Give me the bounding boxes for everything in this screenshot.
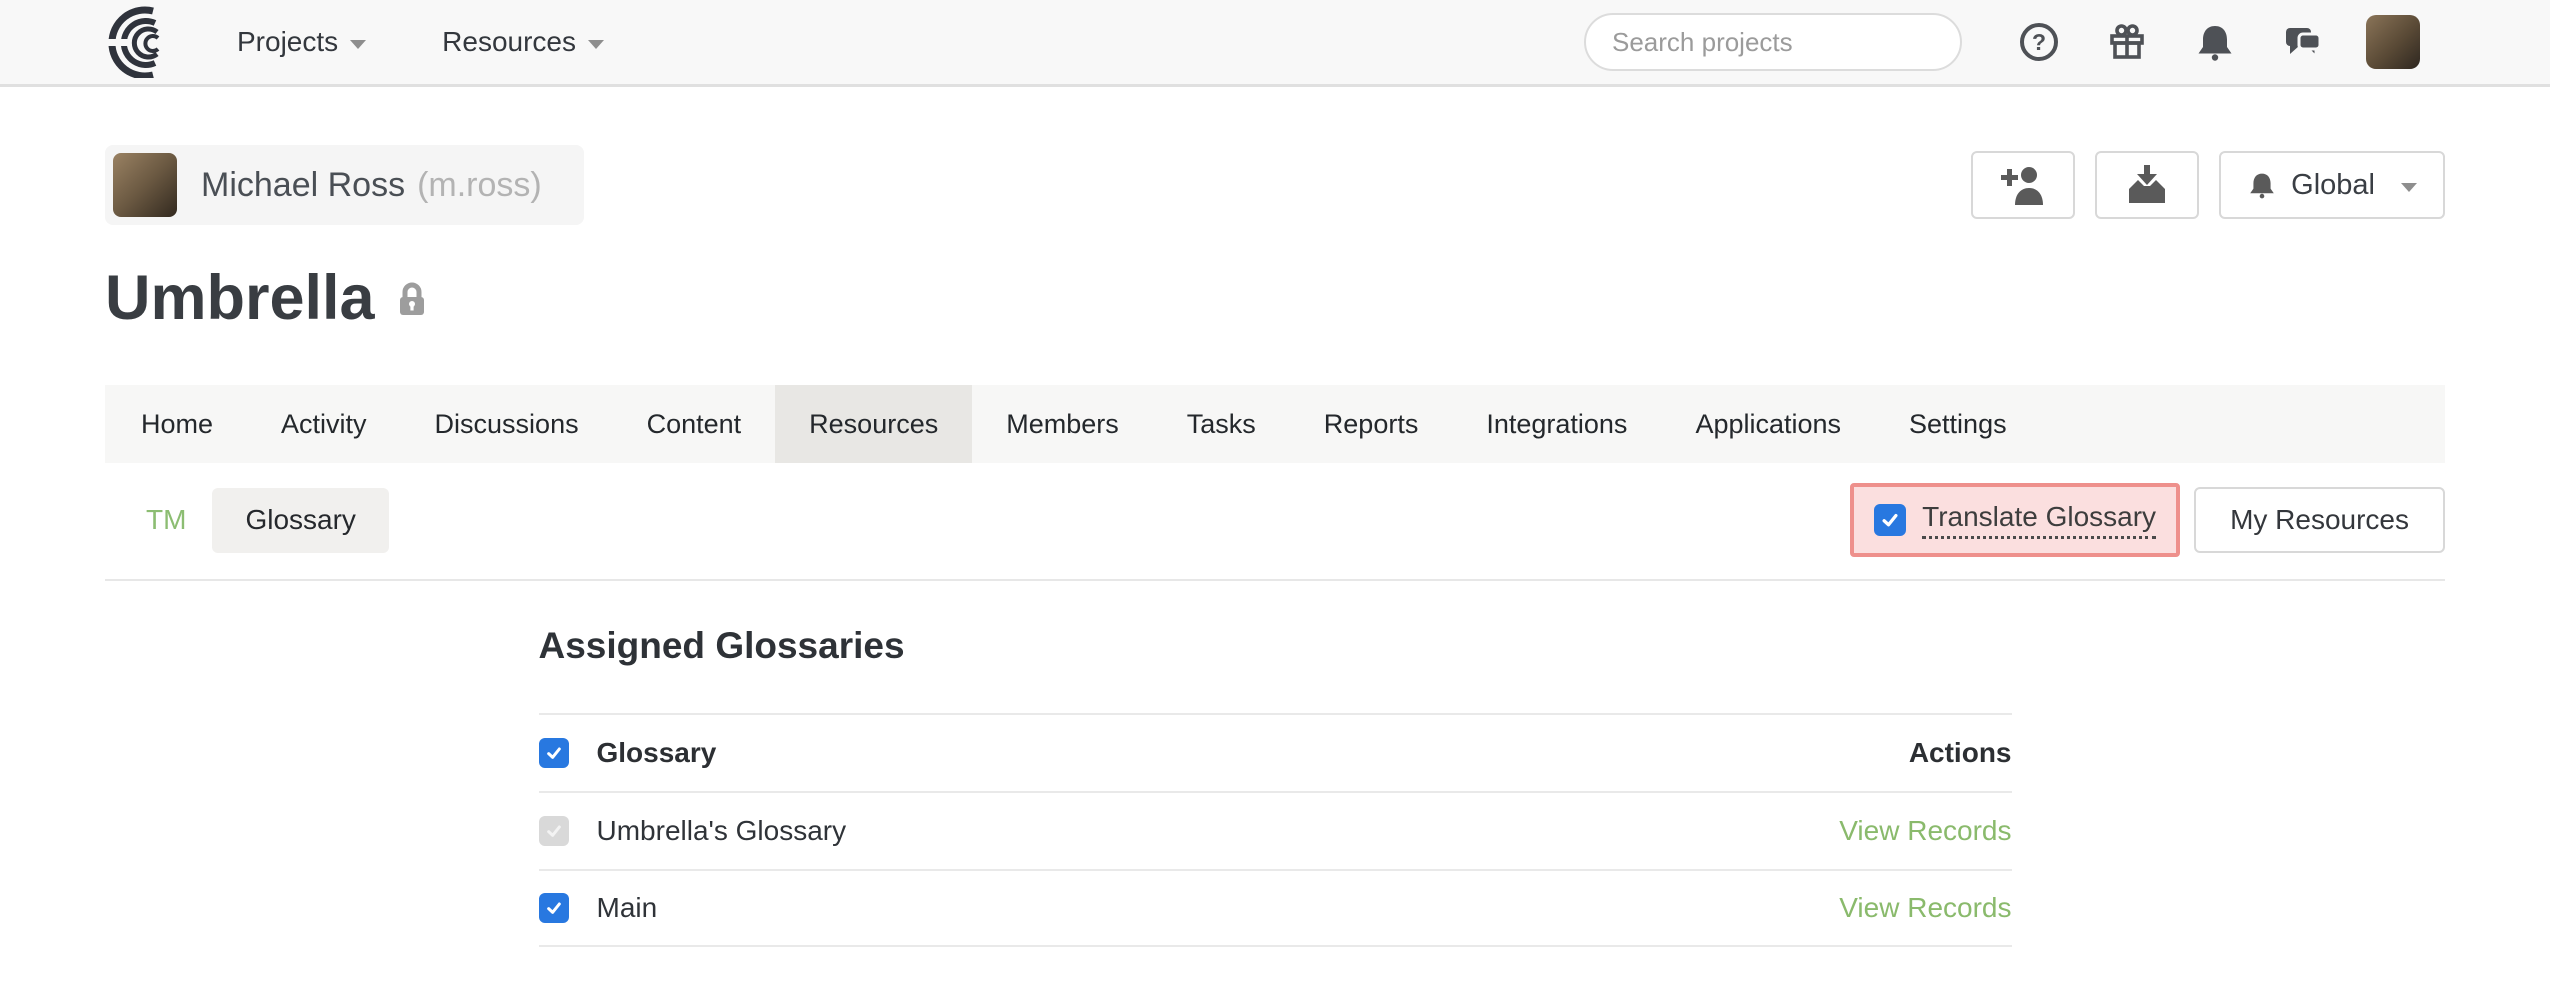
- tab-home[interactable]: Home: [107, 385, 247, 463]
- project-header-row: Michael Ross (m.ross): [105, 145, 2445, 225]
- header-actions: Global: [1971, 151, 2445, 219]
- tab-reports[interactable]: Reports: [1290, 385, 1453, 463]
- bell-icon: [2247, 170, 2277, 200]
- project-tabbar: Home Activity Discussions Content Resour…: [105, 385, 2445, 463]
- resources-menu-label: Resources: [442, 26, 576, 58]
- resources-menu[interactable]: Resources: [442, 26, 604, 58]
- page-title: Umbrella: [105, 265, 375, 331]
- assigned-glossaries-section: Assigned Glossaries Glossary Actions Umb…: [539, 625, 2012, 947]
- app-screen: Projects Resources ?: [0, 0, 2550, 988]
- lock-icon: [397, 281, 427, 317]
- tab-members[interactable]: Members: [972, 385, 1153, 463]
- search-input[interactable]: [1612, 27, 1947, 58]
- table-row: Main View Records: [539, 869, 2012, 947]
- resources-subtab-row: TM Glossary Translate Glossary My Resour…: [105, 463, 2445, 581]
- owner-avatar: [113, 153, 177, 217]
- tab-applications[interactable]: Applications: [1661, 385, 1875, 463]
- tab-integrations[interactable]: Integrations: [1452, 385, 1661, 463]
- subtab-group: TM Glossary: [105, 488, 389, 553]
- tab-settings[interactable]: Settings: [1875, 385, 2041, 463]
- translate-glossary-link[interactable]: Translate Glossary: [1922, 501, 2156, 539]
- translate-glossary-checkbox[interactable]: [1874, 504, 1906, 536]
- row-checkbox-disabled: [539, 816, 569, 846]
- glossary-name: Main: [597, 892, 1840, 924]
- checkmark-icon: [1879, 509, 1901, 531]
- checkmark-icon: [544, 821, 564, 841]
- tab-tasks[interactable]: Tasks: [1153, 385, 1290, 463]
- download-button[interactable]: [2095, 151, 2199, 219]
- user-avatar[interactable]: [2366, 15, 2420, 69]
- row-checkbox[interactable]: [539, 893, 569, 923]
- translate-glossary-highlight: Translate Glossary: [1850, 483, 2180, 557]
- chat-icon[interactable]: [2282, 21, 2324, 63]
- gift-icon[interactable]: [2106, 21, 2148, 63]
- title-row: Umbrella: [105, 265, 2445, 331]
- project-owner-chip[interactable]: Michael Ross (m.ross): [105, 145, 584, 225]
- projects-menu[interactable]: Projects: [237, 26, 366, 58]
- checkmark-icon: [544, 898, 564, 918]
- search-box[interactable]: [1584, 13, 1962, 71]
- table-header-row: Glossary Actions: [539, 713, 2012, 791]
- table-row: Umbrella's Glossary View Records: [539, 791, 2012, 869]
- invite-member-button[interactable]: [1971, 151, 2075, 219]
- add-person-icon: [1999, 163, 2047, 207]
- subtab-tm[interactable]: TM: [146, 504, 186, 536]
- owner-name: Michael Ross: [201, 166, 405, 205]
- my-resources-button[interactable]: My Resources: [2194, 487, 2445, 553]
- view-records-link[interactable]: View Records: [1839, 815, 2011, 846]
- tab-activity[interactable]: Activity: [247, 385, 401, 463]
- column-header-glossary: Glossary: [597, 737, 1909, 769]
- projects-menu-label: Projects: [237, 26, 338, 58]
- glossary-name: Umbrella's Glossary: [597, 815, 1840, 847]
- tab-resources[interactable]: Resources: [775, 385, 972, 463]
- caret-down-icon: [588, 40, 604, 49]
- download-icon: [2123, 163, 2171, 207]
- subtab-glossary[interactable]: Glossary: [212, 488, 388, 553]
- global-dropdown-label: Global: [2291, 169, 2375, 202]
- svg-text:?: ?: [2032, 29, 2046, 55]
- caret-down-icon: [2401, 183, 2417, 192]
- caret-down-icon: [350, 40, 366, 49]
- column-header-actions: Actions: [1909, 737, 2012, 769]
- toolbar-group: Translate Glossary My Resources: [1850, 483, 2445, 557]
- help-icon[interactable]: ?: [2018, 21, 2060, 63]
- bell-icon[interactable]: [2194, 21, 2236, 63]
- view-records-link[interactable]: View Records: [1839, 892, 2011, 923]
- checkmark-icon: [544, 743, 564, 763]
- app-logo-icon[interactable]: [103, 6, 179, 78]
- section-heading: Assigned Glossaries: [539, 625, 2012, 667]
- top-navbar: Projects Resources ?: [0, 0, 2550, 87]
- tab-content[interactable]: Content: [613, 385, 776, 463]
- owner-username: (m.ross): [417, 166, 542, 205]
- glossaries-table: Glossary Actions Umbrella's Glossary Vie…: [539, 713, 2012, 947]
- tab-discussions[interactable]: Discussions: [401, 385, 613, 463]
- select-all-checkbox[interactable]: [539, 738, 569, 768]
- global-dropdown-button[interactable]: Global: [2219, 151, 2445, 219]
